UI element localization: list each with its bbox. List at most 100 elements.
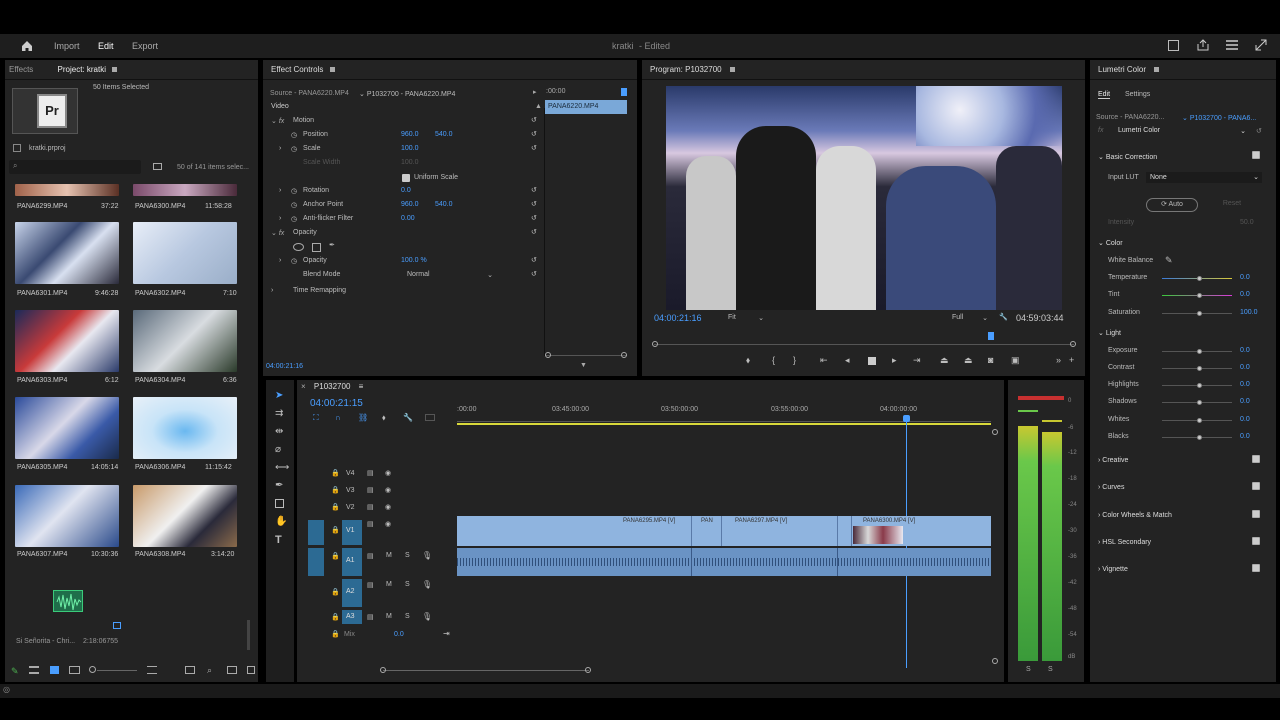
mark-out-icon[interactable]: } xyxy=(793,355,796,365)
tint-slider[interactable] xyxy=(1162,293,1232,298)
fullscreen-icon[interactable] xyxy=(1255,39,1267,51)
expand-icon[interactable]: › xyxy=(279,187,281,194)
mic-icon[interactable]: 🎙 xyxy=(422,580,432,589)
timeline-tab[interactable]: × P1032700 ≡ xyxy=(301,380,363,394)
ripple-edit-icon[interactable]: ⇹ xyxy=(275,426,283,437)
slider-knob[interactable] xyxy=(1197,400,1202,405)
solo-button[interactable]: S xyxy=(405,581,410,588)
new-item-icon[interactable] xyxy=(247,666,255,674)
mute-button[interactable]: M xyxy=(386,581,392,588)
sort-icon[interactable] xyxy=(147,666,157,674)
step-back-icon[interactable]: ◂ xyxy=(845,355,850,366)
hsl-secondary-header[interactable]: › HSL Secondary xyxy=(1098,539,1151,546)
reset-icon[interactable]: ↺ xyxy=(1256,127,1262,135)
audio-clip-track[interactable] xyxy=(457,548,991,576)
lumetri-tab-settings[interactable]: Settings xyxy=(1125,91,1150,98)
eyedropper-icon[interactable]: ✎ xyxy=(1165,255,1173,266)
track-select-icon[interactable]: ⇉ xyxy=(275,408,283,419)
pencil-icon[interactable]: ✎ xyxy=(11,666,19,677)
reset-icon[interactable]: ↺ xyxy=(531,130,537,138)
type-tool-icon[interactable]: T xyxy=(275,534,282,546)
scroll-up-icon[interactable]: ▲ xyxy=(535,103,542,110)
panel-menu-icon[interactable] xyxy=(329,67,335,72)
panel-menu-icon[interactable] xyxy=(729,67,735,72)
clip-thumbnail[interactable] xyxy=(133,222,237,284)
v-scroll-handle[interactable] xyxy=(992,658,998,664)
ec-playhead[interactable] xyxy=(621,88,627,96)
lift-icon[interactable]: ⏏ xyxy=(940,355,949,366)
slider-knob[interactable] xyxy=(1197,276,1202,281)
selection-tool-icon[interactable]: ➤ xyxy=(275,390,283,401)
tab-program[interactable]: Program: P1032700 xyxy=(650,65,722,74)
solo-right-button[interactable]: S xyxy=(1048,666,1053,673)
saturation-value[interactable]: 100.0 xyxy=(1240,309,1258,316)
zoom-slider[interactable] xyxy=(97,670,137,671)
position-x[interactable]: 960.0 xyxy=(401,131,419,138)
color-header[interactable]: ⌄ Color xyxy=(1098,239,1123,247)
sync-lock-icon[interactable]: ▤ xyxy=(367,469,374,477)
pen-mask-icon[interactable]: ✒ xyxy=(329,241,335,249)
find-icon[interactable]: ⌕ xyxy=(207,665,212,676)
curves-checkbox[interactable] xyxy=(1252,482,1260,490)
clip-thumbnail[interactable] xyxy=(15,310,119,372)
fit-dropdown[interactable]: Fit ⌄ xyxy=(728,314,764,322)
razor-tool-icon[interactable]: ⌀ xyxy=(275,444,281,455)
lock-icon[interactable]: 🔒 xyxy=(331,552,340,560)
saturation-slider[interactable] xyxy=(1162,311,1232,316)
mic-icon[interactable]: 🎙 xyxy=(422,551,432,560)
highlights-value[interactable]: 0.0 xyxy=(1240,381,1250,388)
program-scrubber[interactable] xyxy=(654,344,1074,345)
pen-tool-icon[interactable]: ✒ xyxy=(275,480,283,491)
extract-icon[interactable]: ⏏ xyxy=(964,355,973,366)
whites-slider[interactable] xyxy=(1162,418,1232,423)
slider-knob[interactable] xyxy=(1197,435,1202,440)
audio-waveform-icon[interactable] xyxy=(53,590,83,612)
ec-scroll-handle[interactable] xyxy=(621,352,627,358)
sync-lock-icon[interactable]: ▤ xyxy=(367,581,374,589)
stopwatch-icon[interactable]: ◷ xyxy=(291,145,297,153)
lock-icon[interactable]: 🔒 xyxy=(331,613,340,621)
share-icon[interactable] xyxy=(1197,39,1209,51)
contrast-value[interactable]: 0.0 xyxy=(1240,364,1250,371)
ellipse-mask-icon[interactable] xyxy=(293,243,304,251)
lock-icon[interactable]: 🔒 xyxy=(331,588,340,596)
lock-icon[interactable]: 🔒 xyxy=(331,486,340,494)
reset-icon[interactable]: ↺ xyxy=(531,144,537,152)
sync-lock-icon[interactable]: ▤ xyxy=(367,503,374,511)
opacity-value[interactable]: 100.0 % xyxy=(401,257,427,264)
lock-icon[interactable]: 🔒 xyxy=(331,526,340,534)
solo-button[interactable]: S xyxy=(405,613,410,620)
auto-button[interactable]: ⟳ Auto xyxy=(1146,198,1198,212)
reset-icon[interactable]: ↺ xyxy=(531,200,537,208)
panel-menu-icon[interactable]: ≡ xyxy=(359,382,364,391)
panel-menu-icon[interactable] xyxy=(112,67,118,72)
ec-timecode-bottom[interactable]: 04:00:21:16 xyxy=(266,363,303,370)
ec-scroll-track[interactable] xyxy=(545,355,627,356)
stopwatch-icon[interactable]: ◷ xyxy=(291,257,297,265)
slider-knob[interactable] xyxy=(1197,418,1202,423)
work-area-bar[interactable] xyxy=(457,423,991,425)
clip-indicator[interactable] xyxy=(1018,396,1064,400)
slider-knob[interactable] xyxy=(1197,349,1202,354)
lumetri-title[interactable]: Lumetri Color xyxy=(1098,65,1146,74)
home-icon[interactable] xyxy=(20,39,34,53)
workspaces-icon[interactable] xyxy=(1168,40,1179,51)
creative-header[interactable]: › Creative xyxy=(1098,457,1128,464)
vignette-checkbox[interactable] xyxy=(1252,564,1260,572)
reset-icon[interactable]: ↺ xyxy=(531,228,537,236)
light-header[interactable]: ⌄ Light xyxy=(1098,329,1121,337)
sequence-clip-dropdown[interactable]: ⌄ P1032700 - PANA6220.MP4 xyxy=(359,90,455,98)
nest-icon[interactable]: ⛶ xyxy=(313,413,319,423)
go-to-out-icon[interactable]: ⇥ xyxy=(913,355,921,366)
basic-correction-header[interactable]: ⌄ Basic Correction xyxy=(1098,153,1157,161)
new-folder-icon[interactable] xyxy=(227,666,237,674)
program-playhead[interactable] xyxy=(988,332,994,340)
mark-in-icon[interactable]: { xyxy=(772,355,775,365)
vignette-header[interactable]: › Vignette xyxy=(1098,566,1128,573)
clip-thumbnail[interactable] xyxy=(15,485,119,547)
motion-expand-icon[interactable]: ⌄ fx xyxy=(271,117,284,125)
hsl-secondary-checkbox[interactable] xyxy=(1252,537,1260,545)
exposure-slider[interactable] xyxy=(1162,349,1232,354)
snap-icon[interactable]: ∩ xyxy=(335,413,341,422)
add-marker-icon[interactable]: ⬧ xyxy=(382,413,386,423)
